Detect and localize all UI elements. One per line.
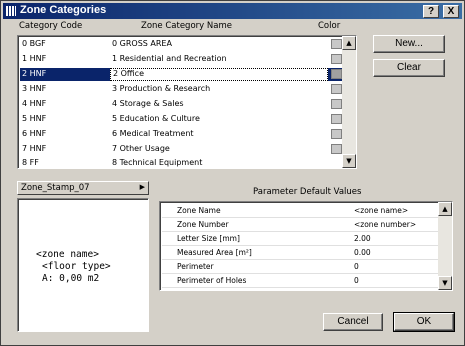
color-swatch[interactable] — [331, 84, 342, 94]
header-zone-category-name: Zone Category Name — [141, 21, 232, 31]
category-name-edit-field[interactable]: 2 Office — [110, 68, 328, 81]
param-row[interactable]: Zone Number <zone number> — [162, 218, 438, 232]
param-key: Zone Number — [177, 220, 229, 229]
category-row[interactable]: 1 HNF 1 Residential and Recreation — [20, 53, 344, 66]
param-value[interactable]: <zone name> — [354, 206, 408, 215]
param-row[interactable]: Measured Area [m²] 0.00 — [162, 246, 438, 260]
param-value[interactable]: 0 — [354, 262, 359, 271]
dropdown-arrow-icon: ▶ — [139, 183, 145, 191]
category-code: 2 HNF — [22, 69, 47, 78]
list-scrollbar[interactable]: ▲ ▼ — [342, 36, 356, 168]
color-swatch[interactable] — [331, 144, 342, 154]
category-name: 6 Medical Treatment — [112, 129, 194, 138]
param-row[interactable]: Perimeter 0 — [162, 260, 438, 274]
help-button[interactable]: ? — [423, 5, 439, 18]
header-category-code: Category Code — [19, 21, 83, 31]
ok-button[interactable]: OK — [393, 312, 455, 332]
zone-categories-app-icon — [6, 6, 16, 16]
param-row[interactable]: Letter Size [mm] 2.00 — [162, 232, 438, 246]
title-bar[interactable]: Zone Categories ? X — [3, 3, 462, 19]
parameter-default-values-list[interactable]: Zone Name <zone name> Zone Number <zone … — [159, 201, 453, 291]
preview-floor-type: <floor type> — [42, 261, 111, 272]
close-button[interactable]: X — [443, 5, 459, 18]
cancel-button[interactable]: Cancel — [323, 313, 383, 331]
category-row[interactable]: 3 HNF 3 Production & Research — [20, 83, 344, 96]
param-key: Letter Size [mm] — [177, 234, 240, 243]
category-code: 6 HNF — [22, 129, 47, 138]
category-code: 0 BGF — [22, 39, 46, 48]
category-name: 5 Education & Culture — [112, 114, 200, 123]
category-name: 7 Other Usage — [112, 144, 170, 153]
param-value[interactable]: 0 — [354, 276, 359, 285]
scroll-down-icon[interactable]: ▼ — [342, 154, 356, 168]
category-code: 5 HNF — [22, 114, 47, 123]
color-swatch[interactable] — [331, 39, 342, 49]
clear-button[interactable]: Clear — [373, 59, 445, 77]
category-code: 1 HNF — [22, 54, 47, 63]
param-value[interactable]: 2.00 — [354, 234, 371, 243]
category-name: 1 Residential and Recreation — [112, 54, 227, 63]
window-title: Zone Categories — [20, 4, 107, 16]
scroll-up-icon[interactable]: ▲ — [342, 36, 356, 50]
category-row[interactable]: 0 BGF 0 GROSS AREA — [20, 38, 344, 51]
color-swatch[interactable] — [331, 54, 342, 64]
color-swatch[interactable] — [331, 114, 342, 124]
header-color: Color — [318, 21, 341, 31]
param-value[interactable]: 0.00 — [354, 248, 371, 257]
category-row-selected[interactable]: 2 HNF 2 Office — [20, 68, 344, 81]
category-code: 8 FF — [22, 158, 39, 167]
category-name: 3 Production & Research — [112, 84, 211, 93]
category-code: 3 HNF — [22, 84, 47, 93]
color-swatch[interactable] — [331, 99, 342, 109]
param-row[interactable]: Zone Name <zone name> — [162, 204, 438, 218]
category-row[interactable]: 6 HNF 6 Medical Treatment — [20, 128, 344, 141]
category-name: 8 Technical Equipment — [112, 158, 203, 167]
category-row[interactable]: 7 HNF 7 Other Usage — [20, 143, 344, 156]
zone-category-list[interactable]: 0 BGF 0 GROSS AREA 1 HNF 1 Residential a… — [17, 35, 357, 169]
preview-area: A: 0,00 m2 — [42, 273, 100, 284]
param-value[interactable]: <zone number> — [354, 220, 416, 229]
param-key: Perimeter — [177, 262, 214, 271]
category-row[interactable]: 5 HNF 5 Education & Culture — [20, 113, 344, 126]
param-key: Perimeter of Holes — [177, 276, 247, 285]
zone-stamp-dropdown[interactable]: Zone_Stamp_07 ▶ — [17, 181, 149, 195]
scroll-down-icon[interactable]: ▼ — [438, 276, 452, 290]
preview-zone-name: <zone name> — [36, 249, 99, 260]
new-button[interactable]: New... — [373, 35, 445, 53]
category-name: 4 Storage & Sales — [112, 99, 184, 108]
params-scrollbar[interactable]: ▲ ▼ — [438, 202, 452, 290]
category-code: 7 HNF — [22, 144, 47, 153]
category-row[interactable]: 4 HNF 4 Storage & Sales — [20, 98, 344, 111]
param-key: Measured Area [m²] — [177, 248, 252, 257]
category-name: 0 GROSS AREA — [112, 39, 172, 48]
category-row[interactable]: 8 FF 8 Technical Equipment — [20, 157, 344, 167]
parameter-default-values-title: Parameter Default Values — [253, 187, 362, 197]
param-key: Zone Name — [177, 206, 221, 215]
zone-stamp-preview: <zone name> <floor type> A: 0,00 m2 — [17, 198, 149, 332]
zone-categories-dialog: Zone Categories ? X Category Code Zone C… — [0, 0, 465, 346]
scroll-up-icon[interactable]: ▲ — [438, 202, 452, 216]
category-code: 4 HNF — [22, 99, 47, 108]
color-swatch[interactable] — [331, 69, 342, 79]
param-row[interactable]: Perimeter of Holes 0 — [162, 274, 438, 288]
color-swatch[interactable] — [331, 129, 342, 139]
zone-stamp-selected: Zone_Stamp_07 — [21, 183, 90, 193]
